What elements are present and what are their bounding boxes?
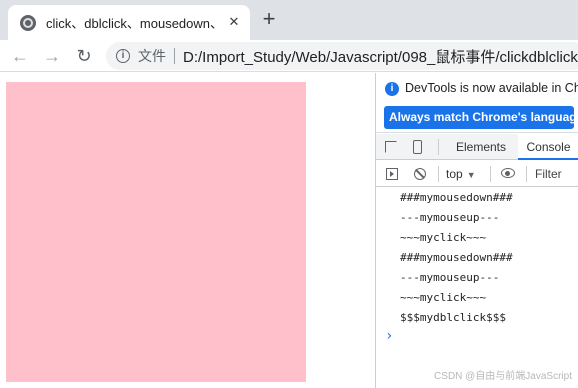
tab-title: click、dblclick、mousedown、 [46,16,218,31]
omnibox-divider [174,48,175,64]
tab-elements[interactable]: Elements [446,134,516,160]
event-target-box[interactable] [6,82,306,382]
address-bar[interactable]: i 文件 D:/Import_Study/Web/Javascript/098_… [106,42,578,70]
tab-strip: click、dblclick、mousedown、 ✕ + [0,0,578,40]
console-toolbar: top ▼ [376,161,578,187]
toolbar-divider [526,166,527,182]
eye-icon[interactable] [501,168,515,178]
toolbar-divider [490,166,491,182]
toolbar-divider [438,166,439,182]
console-message: $$$mydblclick$$$ [400,311,506,324]
console-prompt-icon[interactable]: › [385,326,393,346]
console-message: ~~~myclick~~~ [400,231,487,244]
match-language-button[interactable]: Always match Chrome's language [384,106,574,129]
console-message: ###mymousedown### [400,191,513,204]
infobar-message: DevTools is now available in Chin [405,81,578,95]
device-toolbar-icon[interactable] [413,140,422,154]
sidebar-toggle-icon[interactable] [386,168,398,180]
chevron-down-icon: ▼ [466,170,476,180]
browser-tab[interactable]: click、dblclick、mousedown、 ✕ [8,5,250,40]
devtools-tabbar: Elements Console [376,134,578,160]
context-label: top [446,167,463,181]
filter-input[interactable] [531,164,578,184]
new-tab-button[interactable]: + [258,8,280,30]
forward-button[interactable]: → [40,44,64,68]
reload-button[interactable]: ↻ [72,44,96,68]
console-log: ###mymousedown### ---mymouseup--- ~~~myc… [376,188,578,388]
context-selector[interactable]: top ▼ [446,166,476,183]
inspect-element-icon[interactable] [385,141,397,153]
url-text[interactable]: D:/Import_Study/Web/Javascript/098_鼠标事件/… [183,46,578,67]
info-icon[interactable]: i [116,49,130,63]
back-button[interactable]: ← [8,44,32,68]
scheme-label: 文件 [138,48,166,64]
clear-console-icon[interactable] [414,168,426,180]
console-message: ###mymousedown### [400,251,513,264]
watermark: CSDN @自由与前端JavaScript [434,371,572,382]
info-icon: i [385,82,399,96]
close-icon[interactable]: ✕ [226,14,242,30]
console-message: ---mymouseup--- [400,271,500,284]
page-viewport [0,73,375,388]
devtools-panel: i DevTools is now available in Chin Alwa… [375,73,578,388]
console-message: ---mymouseup--- [400,211,500,224]
tab-console[interactable]: Console [518,134,578,160]
globe-icon [20,14,36,31]
tabbar-divider [438,139,439,155]
devtools-infobar: i DevTools is now available in Chin Alwa… [376,73,578,133]
console-message: ~~~myclick~~~ [400,291,487,304]
browser-toolbar: ← → ↻ i 文件 D:/Import_Study/Web/Javascrip… [0,40,578,72]
